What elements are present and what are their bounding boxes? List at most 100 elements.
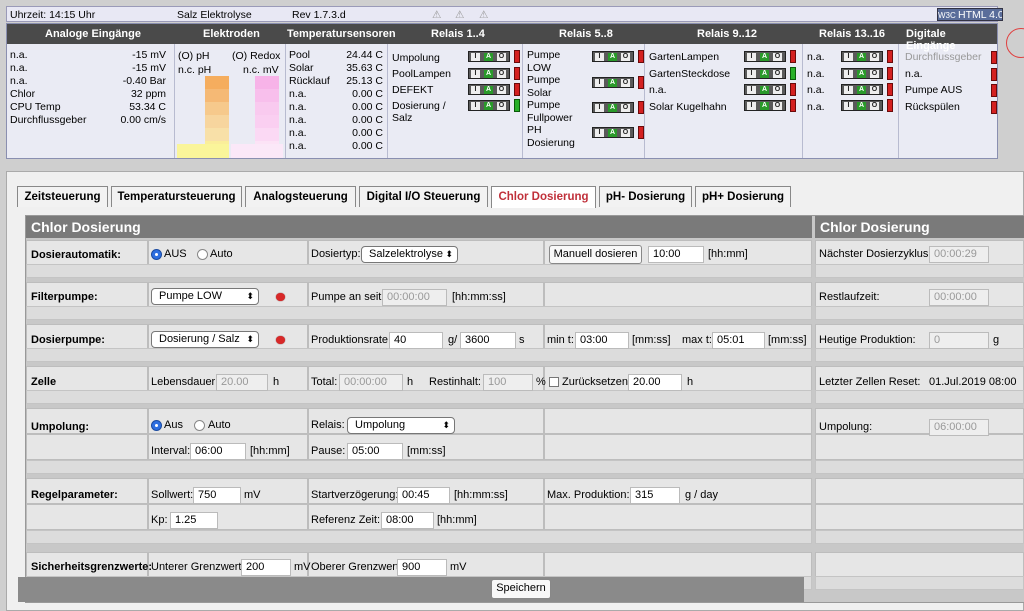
relay-switch[interactable]: IAO: [744, 84, 786, 95]
relay-mode-I[interactable]: I: [595, 104, 604, 112]
relay-mode-O[interactable]: O: [773, 53, 782, 61]
min-t-input[interactable]: 03:00: [575, 332, 629, 349]
relay-mode-A[interactable]: A: [484, 86, 493, 94]
relay-mode-A[interactable]: A: [484, 53, 493, 61]
tab-analogsteuerung[interactable]: Analogsteuerung: [245, 186, 356, 207]
relay-mode-A[interactable]: A: [608, 53, 617, 61]
relay-mode-O[interactable]: O: [497, 53, 506, 61]
produktionsrate-input[interactable]: 40: [389, 332, 443, 349]
save-button[interactable]: Speichern: [491, 579, 551, 599]
max-t-input[interactable]: 05:01: [712, 332, 765, 349]
relay-switch[interactable]: IAO: [468, 84, 510, 95]
relay-mode-O[interactable]: O: [621, 129, 630, 137]
relay-mode-I[interactable]: I: [747, 70, 756, 78]
relay-mode-I[interactable]: I: [844, 102, 853, 110]
tab-chlor-dosierung[interactable]: Chlor Dosierung: [491, 186, 596, 208]
tab-ph-minus[interactable]: pH- Dosierung: [599, 186, 692, 207]
tab-digital-io[interactable]: Digital I/O Steuerung: [359, 186, 488, 207]
relay-mode-O[interactable]: O: [773, 102, 782, 110]
relay-mode-I[interactable]: I: [595, 53, 604, 61]
temp-name: n.a.: [289, 127, 307, 139]
relay-mode-I[interactable]: I: [747, 102, 756, 110]
relay-mode-A[interactable]: A: [857, 102, 866, 110]
relay-mode-A[interactable]: A: [760, 102, 769, 110]
relay-switch[interactable]: IAO: [468, 51, 510, 62]
form-cell: [544, 408, 812, 434]
umpolung-relais-select[interactable]: Umpolung: [347, 417, 455, 434]
relay-mode-I[interactable]: I: [595, 79, 604, 87]
relay-mode-O[interactable]: O: [497, 70, 506, 78]
umpolung-aus-radio[interactable]: [151, 420, 162, 431]
relay-mode-O[interactable]: O: [870, 70, 879, 78]
relay-mode-O[interactable]: O: [773, 70, 782, 78]
relay-mode-A[interactable]: A: [484, 102, 493, 110]
relay-mode-A[interactable]: A: [857, 53, 866, 61]
relay-switch[interactable]: IAO: [841, 100, 883, 111]
relay-mode-I[interactable]: I: [471, 102, 480, 110]
dosier-auto-radio[interactable]: [197, 249, 208, 260]
relay-mode-A[interactable]: A: [608, 79, 617, 87]
relay-mode-A[interactable]: A: [760, 53, 769, 61]
relay-mode-I[interactable]: I: [844, 70, 853, 78]
referenz-zeit-input[interactable]: 08:00: [381, 512, 434, 529]
relay-switch[interactable]: IAO: [468, 100, 510, 111]
filterpumpe-select[interactable]: Pumpe LOW: [151, 288, 259, 305]
relay-switch[interactable]: IAO: [841, 68, 883, 79]
relay-mode-I[interactable]: I: [747, 86, 756, 94]
relay-mode-A[interactable]: A: [857, 86, 866, 94]
umpolung-auto-radio[interactable]: [194, 420, 205, 431]
unterer-grenzwert-input[interactable]: 200: [241, 559, 291, 576]
relay-switch[interactable]: IAO: [744, 68, 786, 79]
relay-mode-O[interactable]: O: [497, 102, 506, 110]
relay-switch[interactable]: IAO: [468, 68, 510, 79]
tab-temperatursteuerung[interactable]: Temperatursteuerung: [111, 186, 242, 207]
relay-mode-I[interactable]: I: [844, 86, 853, 94]
max-produktion-input[interactable]: 315: [630, 487, 680, 504]
kp-input[interactable]: 1.25: [170, 512, 218, 529]
relay-mode-O[interactable]: O: [870, 102, 879, 110]
lebensdauer-value: 20.00: [216, 374, 268, 391]
relay-switch[interactable]: IAO: [841, 51, 883, 62]
relay-switch[interactable]: IAO: [592, 77, 634, 88]
relay-mode-O[interactable]: O: [621, 53, 630, 61]
interval-input[interactable]: 06:00: [190, 443, 246, 460]
tab-zeitsteuerung[interactable]: Zeitsteuerung: [17, 186, 108, 207]
relay-mode-O[interactable]: O: [621, 79, 630, 87]
pause-input[interactable]: 05:00: [347, 443, 403, 460]
startverzoegerung-input[interactable]: 00:45: [397, 487, 450, 504]
zuruecksetzen-checkbox[interactable]: [549, 377, 559, 387]
relay-mode-I[interactable]: I: [844, 53, 853, 61]
relay-mode-A[interactable]: A: [484, 70, 493, 78]
relay-mode-A[interactable]: A: [857, 70, 866, 78]
relay-switch[interactable]: IAO: [744, 100, 786, 111]
relay-mode-I[interactable]: I: [747, 53, 756, 61]
relay-switch[interactable]: IAO: [841, 84, 883, 95]
relay-mode-I[interactable]: I: [471, 70, 480, 78]
rate-seconds-input[interactable]: 3600: [460, 332, 516, 349]
sollwert-input[interactable]: 750: [193, 487, 241, 504]
relay-switch[interactable]: IAO: [592, 51, 634, 62]
dosiertyp-select[interactable]: Salzelektrolyse: [361, 246, 458, 263]
relay-mode-O[interactable]: O: [870, 86, 879, 94]
relay-switch[interactable]: IAO: [744, 51, 786, 62]
relay-mode-O[interactable]: O: [497, 86, 506, 94]
relay-mode-O[interactable]: O: [773, 86, 782, 94]
oberer-grenzwert-input[interactable]: 900: [397, 559, 447, 576]
dosier-aus-radio[interactable]: [151, 249, 162, 260]
relay-mode-O[interactable]: O: [870, 53, 879, 61]
tab-ph-plus[interactable]: pH+ Dosierung: [695, 186, 791, 207]
reset-value-input[interactable]: 20.00: [628, 374, 682, 391]
manuell-dosieren-button[interactable]: Manuell dosieren: [549, 245, 642, 264]
relay-mode-A[interactable]: A: [608, 129, 617, 137]
dosierpumpe-select[interactable]: Dosierung / Salz: [151, 331, 259, 348]
relay-mode-I[interactable]: I: [595, 129, 604, 137]
relay-mode-A[interactable]: A: [760, 86, 769, 94]
relay-mode-A[interactable]: A: [760, 70, 769, 78]
relay-mode-A[interactable]: A: [608, 104, 617, 112]
relay-mode-I[interactable]: I: [471, 86, 480, 94]
relay-mode-I[interactable]: I: [471, 53, 480, 61]
relay-switch[interactable]: IAO: [592, 127, 634, 138]
relay-mode-O[interactable]: O: [621, 104, 630, 112]
manual-time-input[interactable]: 10:00: [648, 246, 704, 263]
relay-switch[interactable]: IAO: [592, 102, 634, 113]
